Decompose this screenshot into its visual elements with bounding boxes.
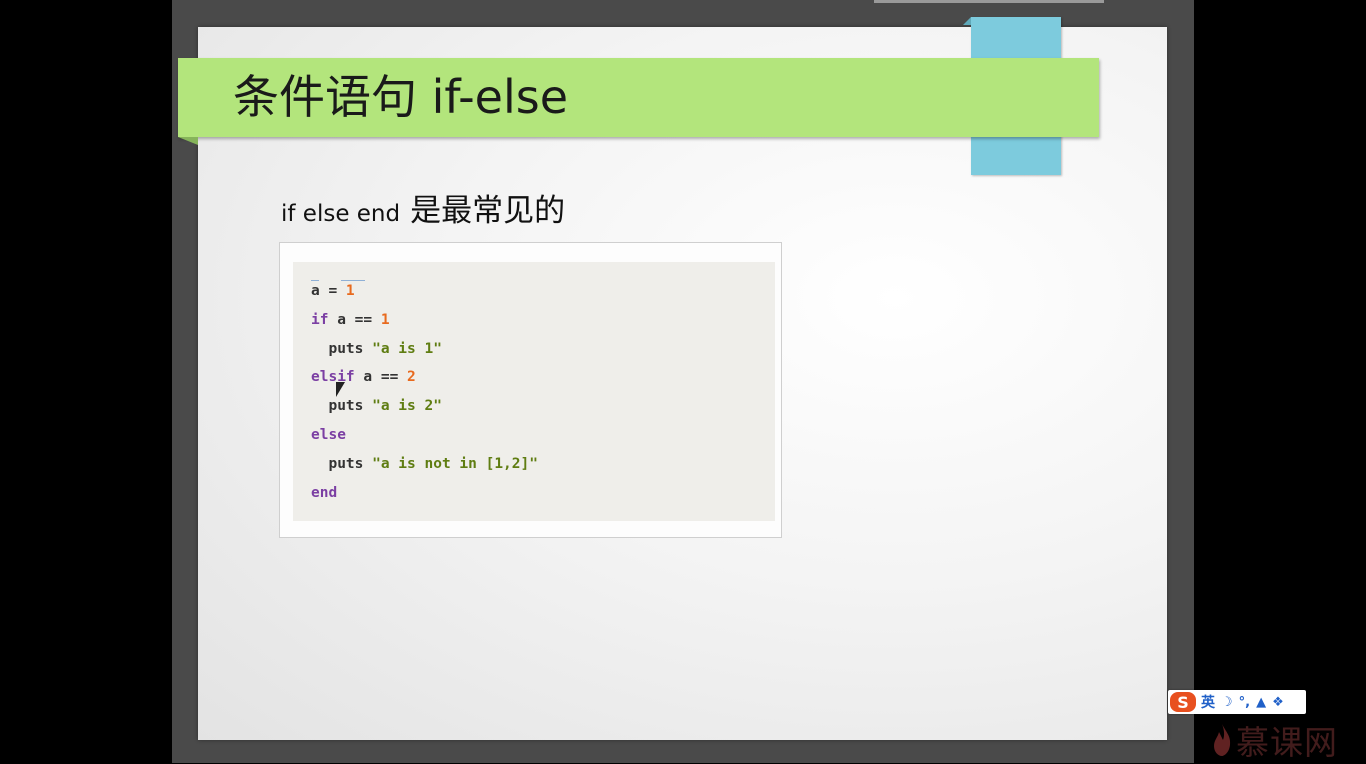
code-token: a =: [311, 283, 346, 299]
sogou-logo-icon[interactable]: S: [1170, 692, 1196, 712]
code-token: end: [311, 484, 338, 501]
code-token: 1: [380, 311, 390, 328]
code-line: if a == 1: [311, 309, 390, 331]
code-token: puts: [311, 340, 373, 357]
code-line: end: [311, 482, 337, 504]
wrench-icon[interactable]: ❖: [1272, 695, 1284, 710]
flame-logo-icon: [1214, 724, 1231, 756]
top-divider: [874, 0, 1104, 3]
subtitle-chinese: 是最常见的: [410, 193, 566, 229]
code-token: a ==: [354, 369, 408, 386]
mouse-cursor-icon: [336, 382, 345, 397]
subtitle-english: if else end: [281, 201, 401, 227]
code-token: a ==: [328, 311, 381, 328]
code-token: puts: [311, 398, 373, 415]
code-line: puts "a is 1": [311, 338, 442, 360]
code-line: puts "a is not in [1,2]": [311, 453, 538, 475]
watermark: 慕课网: [1212, 718, 1338, 762]
ime-language-toggle[interactable]: 英: [1201, 692, 1215, 712]
code-token: 1: [345, 283, 355, 299]
code-token: "a is not in [1,2]": [372, 455, 538, 472]
ime-toolbar[interactable]: S 英 ☽ °, ▲ ❖: [1168, 690, 1306, 714]
code-token: 2: [407, 369, 416, 386]
code-line: puts "a is 2": [311, 395, 442, 417]
shirt-icon[interactable]: ▲: [1256, 695, 1266, 710]
code-token: "a is 1": [372, 340, 442, 357]
code-line: else: [311, 424, 346, 446]
slide-subtitle: if else end 是最常见的: [281, 190, 565, 232]
code-token: if: [311, 311, 329, 328]
slide-title: 条件语句 if-else: [233, 70, 569, 124]
code-token: elsif: [311, 369, 355, 386]
title-band-fold: [178, 137, 198, 145]
code-line: a = 1: [311, 280, 355, 302]
moon-icon[interactable]: ☽: [1221, 695, 1233, 710]
code-token: "a is 2": [372, 398, 442, 415]
code-line: elsif a == 2: [311, 366, 416, 388]
code-token: puts: [311, 455, 373, 472]
code-token: else: [311, 427, 346, 443]
watermark-text: 慕课网: [1236, 723, 1338, 762]
code-block: [293, 262, 775, 521]
punctuation-icon[interactable]: °,: [1239, 695, 1250, 710]
